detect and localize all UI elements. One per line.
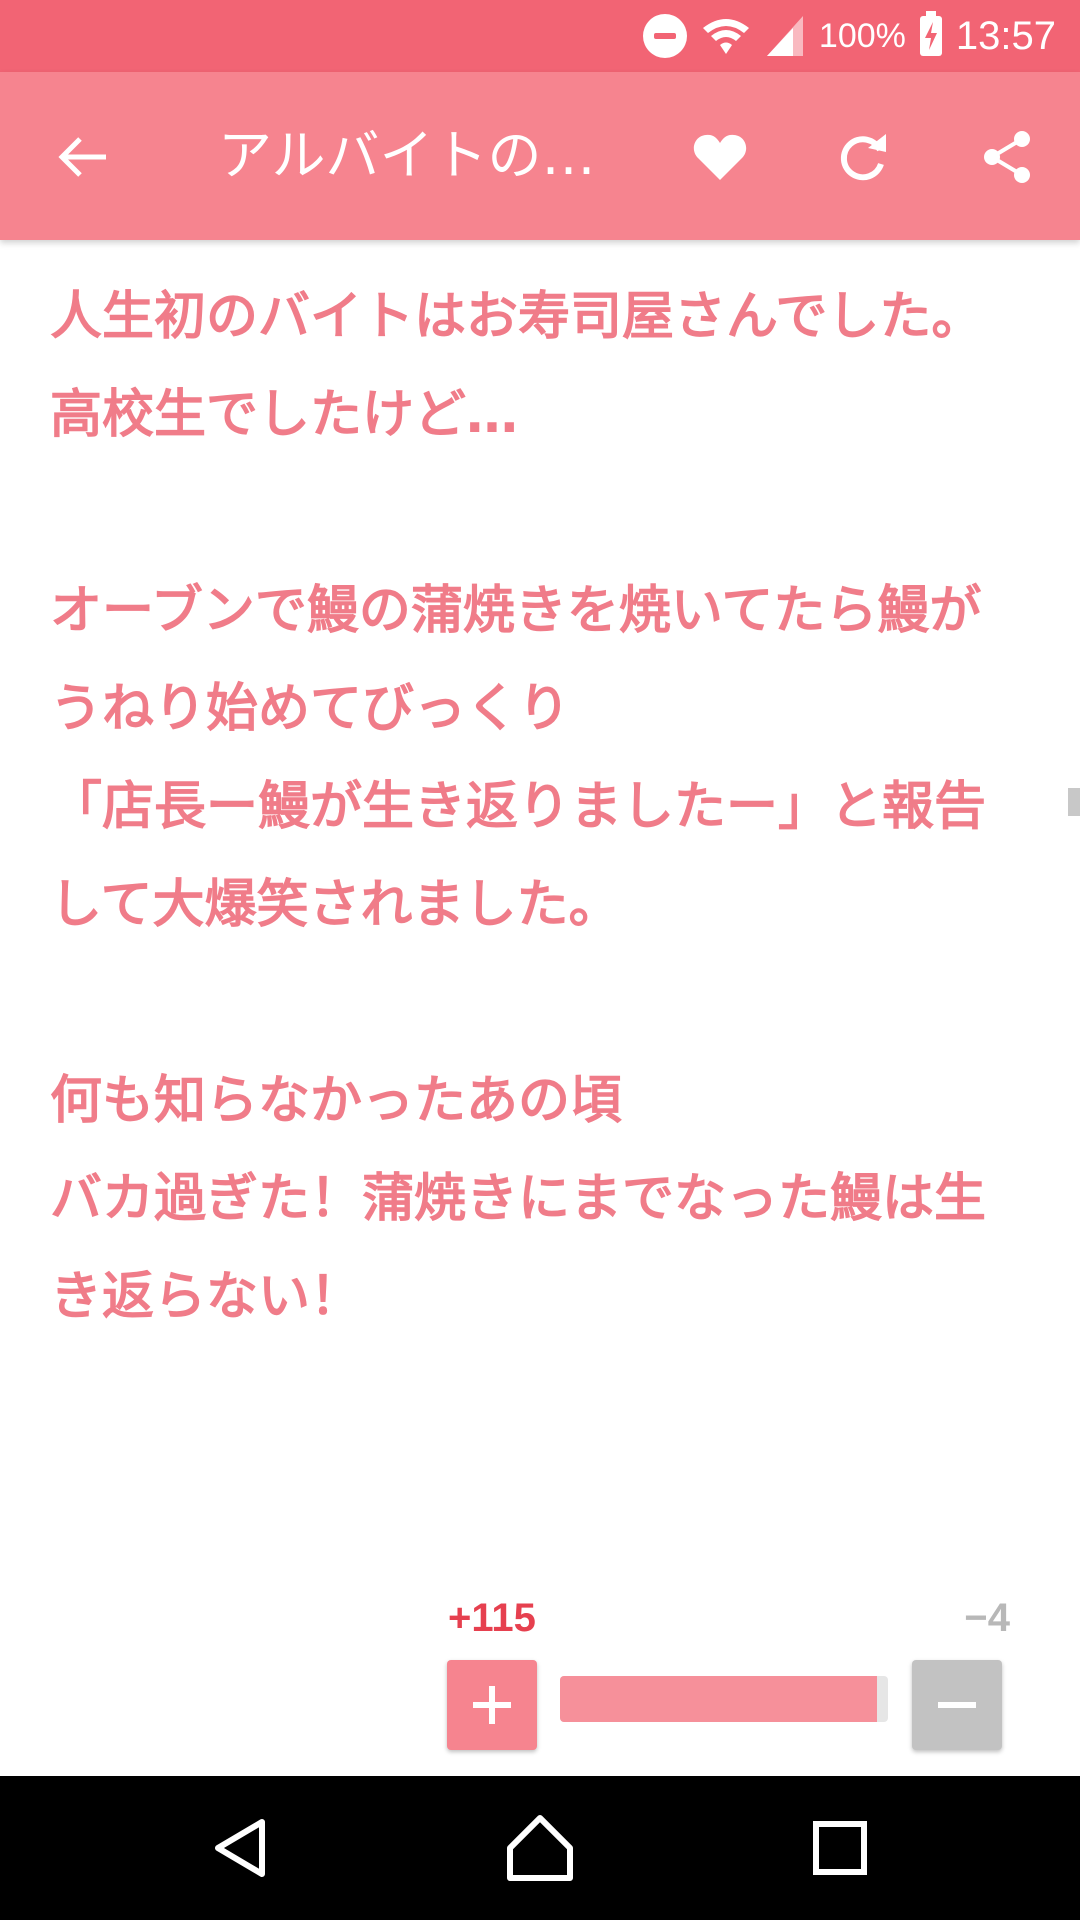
page-title: アルバイトの… <box>218 124 596 187</box>
plus-icon-vertical <box>489 1686 495 1724</box>
vote-ratio-fill <box>560 1676 877 1722</box>
refresh-button[interactable] <box>828 122 898 192</box>
minus-icon <box>938 1702 976 1708</box>
downvote-button[interactable] <box>912 1660 1002 1750</box>
cell-signal-icon <box>766 16 803 56</box>
share-button[interactable] <box>972 122 1042 192</box>
vote-ratio-bar <box>560 1676 888 1722</box>
system-nav-bar <box>0 1776 1080 1920</box>
back-arrow-icon <box>58 137 106 177</box>
scroll-indicator[interactable] <box>1068 788 1080 816</box>
article-body: 人生初のバイトはお寿司屋さんでした。 高校生でしたけど… オーブンで鰻の蒲焼きを… <box>50 287 987 1327</box>
share-icon <box>984 131 1030 183</box>
heart-icon <box>693 134 747 180</box>
downvote-count: −4 <box>964 1596 1010 1640</box>
battery-charging-icon <box>919 11 942 56</box>
home-icon <box>507 1815 573 1881</box>
app-bar: アルバイトの… <box>0 72 1080 240</box>
battery-percentage: 100% <box>818 16 906 55</box>
back-button[interactable] <box>48 122 118 192</box>
do-not-disturb-icon <box>642 14 687 58</box>
status-bar: 100% 13:57 <box>0 0 1080 72</box>
upvote-button[interactable] <box>447 1660 537 1750</box>
wifi-icon <box>702 19 749 54</box>
nav-home-button[interactable] <box>500 1808 580 1888</box>
back-triangle-icon <box>215 1819 265 1877</box>
recents-icon <box>813 1821 867 1875</box>
favorite-button[interactable] <box>685 122 755 192</box>
nav-recents-button[interactable] <box>800 1808 880 1888</box>
nav-back-button[interactable] <box>202 1808 282 1888</box>
status-icons: 100% 13:57 <box>642 0 1056 72</box>
upvote-count: +115 <box>448 1596 536 1640</box>
refresh-icon <box>840 134 886 181</box>
clock: 13:57 <box>955 13 1056 58</box>
